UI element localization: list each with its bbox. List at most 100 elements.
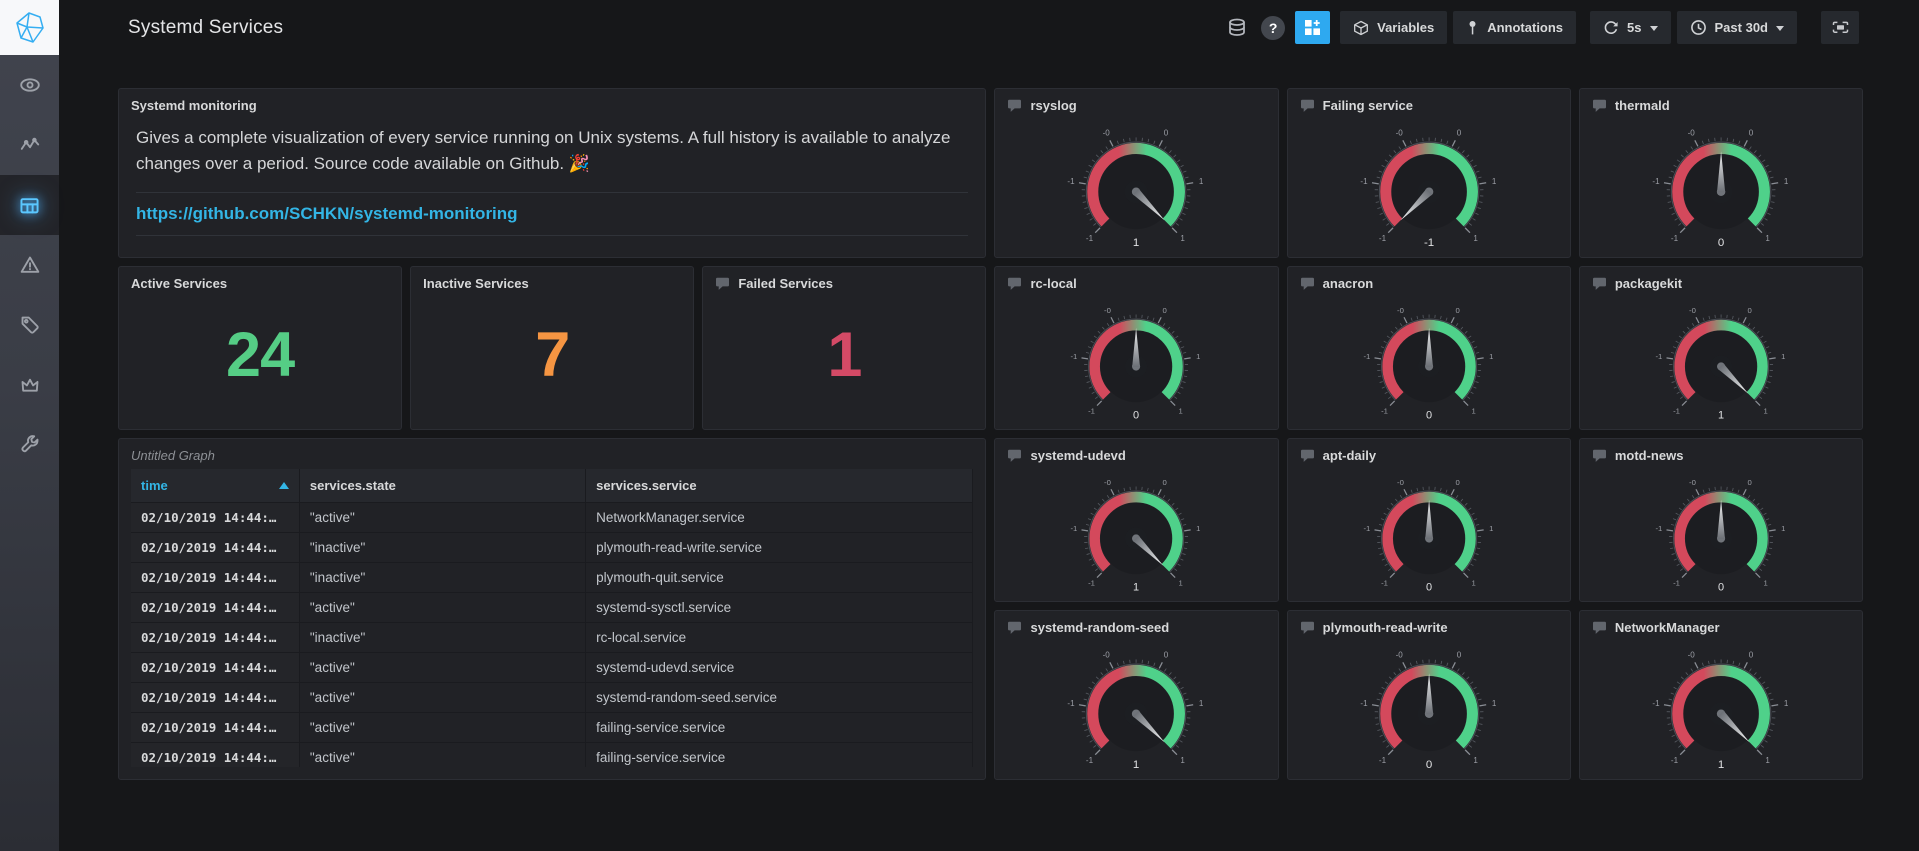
time-range-button[interactable]: Past 30d [1676,11,1797,44]
svg-text:-1: -1 [1068,177,1076,186]
gauge-value: 0 [1718,237,1724,249]
panel-title: Untitled Graph [131,448,215,463]
github-link[interactable]: https://github.com/SCHKN/systemd-monitor… [136,204,518,223]
cell-service: systemd-udevd.service [585,652,974,683]
panel-title-bar[interactable]: Systemd monitoring [119,89,985,117]
panel-title-bar[interactable]: packagekit [1580,267,1862,295]
panel-title-bar[interactable]: Untitled Graph [119,439,985,467]
time-range-label: Past 30d [1714,20,1768,35]
gauge-value: 1 [1133,759,1139,771]
column-header-state[interactable]: services.state [299,469,587,503]
panel-title-bar[interactable]: apt-daily [1288,439,1570,467]
table-row: 02/10/2019 14:44:… "inactive" rc-local.s… [131,622,974,653]
svg-text:-1: -1 [1381,406,1388,415]
panel-title-bar[interactable]: Active Services [119,267,401,295]
panel-title-bar[interactable]: rsyslog [995,89,1277,117]
sidebar-item-explore[interactable] [0,55,59,115]
svg-text:-1: -1 [1671,234,1679,243]
panel-title-bar[interactable]: systemd-udevd [995,439,1277,467]
sidebar-item-settings[interactable] [0,415,59,475]
svg-text:1: 1 [1784,699,1789,708]
annotations-button[interactable]: Annotations [1453,11,1577,44]
crown-icon [21,378,38,392]
panel-description-icon [1300,98,1315,113]
panel-title-bar[interactable]: anacron [1288,267,1570,295]
cell-state: "active" [299,682,587,713]
panel-title-bar[interactable]: Failed Services [703,267,985,295]
svg-text:0: 0 [1747,306,1751,315]
annotations-label: Annotations [1487,20,1564,35]
gauge-value: -1 [1424,237,1434,249]
svg-text:-1: -1 [1379,234,1387,243]
datasource-button[interactable] [1223,14,1251,42]
svg-text:-0: -0 [1395,129,1403,138]
svg-text:-0: -0 [1103,651,1111,660]
panel-title-bar[interactable]: Inactive Services [411,267,693,295]
add-panel-button[interactable] [1295,11,1331,44]
panel-title-bar[interactable]: Failing service [1288,89,1570,117]
gauge-panel-systemd-udevd: systemd-udevd -1 -1 -0 0 1 1 1 [994,438,1279,602]
panel-title-bar[interactable]: motd-news [1580,439,1862,467]
panel-title-bar[interactable]: thermald [1580,89,1862,117]
svg-text:1: 1 [1781,352,1785,361]
svg-text:-1: -1 [1089,578,1096,587]
sidebar-item-alerting[interactable] [0,235,59,295]
grafana-logo[interactable] [0,0,59,55]
help-icon: ? [1261,15,1286,40]
kiosk-mode-button[interactable] [1821,11,1859,44]
clock-icon [1690,20,1706,35]
svg-text:1: 1 [1489,524,1493,533]
panel-title-bar[interactable]: plymouth-read-write [1288,611,1570,639]
cell-service: plymouth-read-write.service [585,532,974,563]
panel-description-icon [1300,448,1315,463]
gauge-panel-plymouth-read-write: plymouth-read-write -1 -1 -0 0 1 1 0 [1286,610,1571,780]
svg-text:-1: -1 [1381,578,1388,587]
svg-text:-1: -1 [1071,352,1078,361]
column-header-service[interactable]: services.service [585,469,974,503]
panel-title: thermald [1614,98,1670,113]
sidebar-item-premium[interactable] [0,355,59,415]
tag-icon [21,316,39,334]
cell-state: "inactive" [299,562,587,593]
cell-state: "inactive" [299,532,587,563]
gauge-chart: -1 -1 -0 0 1 1 0 [1071,306,1201,422]
cell-time: 02/10/2019 14:44:… [131,532,300,563]
help-button[interactable]: ? [1257,12,1289,44]
svg-text:1: 1 [1197,524,1201,533]
activity-icon [20,137,39,150]
sidebar-item-tags[interactable] [0,295,59,355]
svg-text:-0: -0 [1689,478,1696,487]
stat-panel-failed-services: Failed Services 1 [702,266,987,430]
svg-text:-1: -1 [1086,756,1094,765]
svg-text:1: 1 [1197,352,1201,361]
table-row: 02/10/2019 14:44:… "active" failing-serv… [131,712,974,743]
svg-text:1: 1 [1473,756,1478,765]
gauge-panel-anacron: anacron -1 -1 -0 0 1 1 0 [1286,266,1571,430]
gauge-chart: -1 -1 -0 0 1 1 1 [1652,651,1789,772]
panel-description-icon [1592,98,1607,113]
panel-title-bar[interactable]: rc-local [995,267,1277,295]
panel-description-icon [715,276,730,291]
column-header-time[interactable]: time [131,469,300,503]
svg-text:0: 0 [1749,129,1754,138]
svg-text:1: 1 [1492,177,1497,186]
panel-title-bar[interactable]: NetworkManager [1580,611,1862,639]
gauge-chart: -1 -1 -0 0 1 1 1 [1068,129,1204,250]
panel-title-bar[interactable]: systemd-random-seed [995,611,1277,639]
panel-title: rsyslog [1030,98,1077,113]
sidebar-item-activity[interactable] [0,115,59,175]
variables-button[interactable]: Variables [1340,11,1448,44]
svg-text:1: 1 [1181,756,1186,765]
cell-state: "inactive" [299,622,587,653]
svg-text:-1: -1 [1655,352,1662,361]
panel-description-icon [1007,620,1022,635]
cell-service: plymouth-quit.service [585,562,974,593]
cell-state: "active" [299,652,587,683]
svg-text:-0: -0 [1105,478,1112,487]
refresh-button[interactable]: 5s [1590,11,1671,44]
svg-text:1: 1 [1765,756,1770,765]
stat-value: 7 [535,320,570,390]
sidebar-item-dashboards[interactable] [0,175,59,235]
cell-service: failing-service.service [585,742,974,767]
panel-title: motd-news [1614,448,1684,463]
